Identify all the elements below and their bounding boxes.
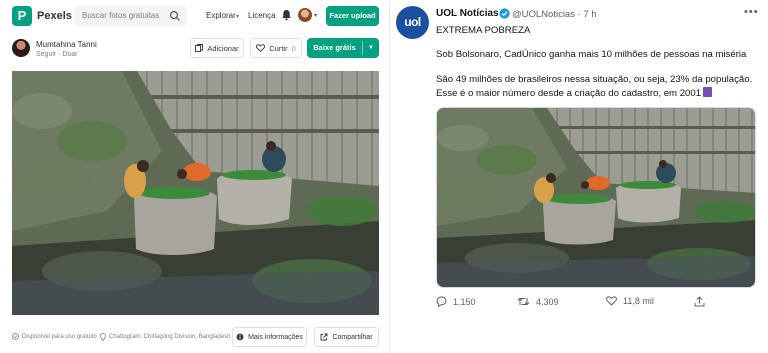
tweet-author-name[interactable]: UOL Notícias	[436, 8, 499, 19]
download-button[interactable]: Baixe grátis ▼	[307, 38, 379, 58]
search-placeholder: Buscar fotos gratuitas	[82, 11, 160, 20]
free-to-use-label: Disponível para uso gratuito	[22, 333, 97, 340]
more-info-button[interactable]: Mais informações	[232, 327, 307, 347]
location-link[interactable]: Chattogram, Chittagong Division, Banglad…	[100, 333, 230, 341]
pexels-logo-icon[interactable]: P	[12, 6, 32, 26]
like-count: 0	[291, 43, 296, 53]
check-circle-icon	[12, 333, 19, 340]
like-button[interactable]: Curtir 0	[250, 38, 302, 58]
collect-label: Adicionar	[207, 43, 239, 53]
bell-icon[interactable]	[281, 9, 292, 21]
download-divider	[362, 41, 363, 55]
user-avatar[interactable]	[298, 8, 312, 22]
chevron-down-icon[interactable]: ▾	[314, 12, 317, 19]
search-icon[interactable]	[169, 10, 181, 22]
chevron-down-icon[interactable]: ▼	[365, 38, 377, 58]
tweet-text-line: Esse é o maior número desde a criação do…	[436, 87, 713, 99]
share-icon	[321, 333, 328, 341]
heart-icon	[606, 296, 617, 306]
tweet-text-line: Sob Bolsonaro, CadÚnico ganha mais 10 mi…	[436, 49, 747, 60]
author-bar: Mumtahina Tanni Seguir · Doar Adicionar …	[0, 36, 388, 66]
chevron-down-icon[interactable]: ▾	[236, 13, 239, 20]
share-icon	[694, 296, 705, 307]
reply-button[interactable]: 1.150	[436, 296, 476, 307]
tweet-headline: EXTREMA POBREZA	[436, 25, 531, 36]
more-options-icon[interactable]: •••	[744, 6, 759, 18]
photo[interactable]	[12, 71, 379, 315]
author-avatar[interactable]	[12, 39, 30, 57]
pexels-header: P Pexels Buscar fotos gratuitas Explorar…	[0, 0, 388, 32]
location-label: Chattogram, Chittagong Division, Banglad…	[109, 334, 231, 340]
tweet-text-span: Esse é o maior número desde a criação do…	[436, 88, 702, 99]
reply-count: 1.150	[453, 296, 476, 307]
author-name[interactable]: Mumtahina Tanni	[36, 40, 97, 49]
download-label: Baixe grátis	[313, 43, 356, 52]
location-pin-icon	[100, 333, 106, 341]
retweet-count: 4.309	[536, 296, 559, 307]
photo-image	[12, 71, 379, 315]
share-label: Compartilhar	[332, 333, 373, 341]
purple-square-emoji-icon	[703, 87, 713, 97]
pexels-panel: P Pexels Buscar fotos gratuitas Explorar…	[0, 0, 388, 353]
like-count: 11,8 mil	[623, 296, 654, 306]
nav-license[interactable]: Licença	[248, 11, 276, 20]
search-input[interactable]: Buscar fotos gratuitas	[74, 6, 187, 26]
upload-button[interactable]: Fazer upload	[326, 6, 379, 26]
tweet-panel: uol UOL Notícias @UOLNoticias · 7 h ••• …	[390, 0, 768, 353]
share-button[interactable]	[694, 296, 705, 307]
like-button[interactable]: 11,8 mil	[606, 296, 654, 306]
uol-avatar[interactable]: uol	[396, 6, 429, 39]
retweet-icon	[517, 297, 530, 306]
info-icon	[236, 333, 244, 341]
share-button[interactable]: Compartilhar	[314, 327, 379, 347]
photo-footer: Disponível para uso gratuito Chattogram,…	[0, 326, 388, 348]
retweet-button[interactable]: 4.309	[517, 296, 559, 307]
bookmark-icon	[195, 44, 204, 52]
tweet-photo[interactable]	[436, 107, 756, 288]
free-to-use-note: Disponível para uso gratuito	[12, 333, 97, 340]
tweet-handle-time[interactable]: @UOLNoticias · 7 h	[512, 9, 597, 20]
verified-badge-icon	[499, 8, 510, 19]
tweet-text-line: São 49 milhões de brasileiros nessa situ…	[436, 74, 753, 85]
reply-icon	[436, 296, 447, 307]
collect-button[interactable]: Adicionar	[190, 38, 244, 58]
nav-explore[interactable]: Explorar	[206, 11, 236, 20]
like-label: Curtir	[269, 43, 288, 53]
heart-icon	[256, 44, 266, 52]
pexels-brand[interactable]: Pexels	[37, 10, 72, 22]
more-info-label: Mais informações	[248, 333, 303, 341]
author-follow-donate[interactable]: Seguir · Doar	[36, 51, 78, 58]
tweet-photo-image	[437, 108, 755, 287]
